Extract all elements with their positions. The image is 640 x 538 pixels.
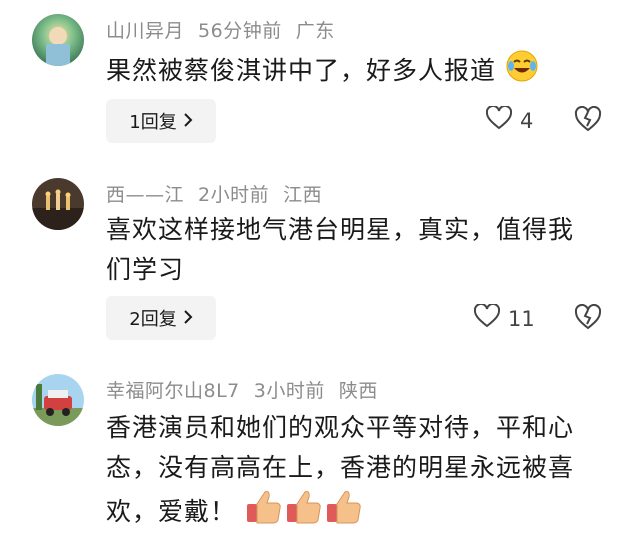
avatar[interactable] <box>32 178 84 230</box>
timestamp: 3小时前 <box>253 380 325 402</box>
username[interactable]: 西——江 <box>106 184 184 206</box>
like-button[interactable]: 11 <box>473 302 535 333</box>
broken-heart-icon <box>574 303 602 334</box>
location: 江西 <box>283 184 323 206</box>
location: 陕西 <box>338 380 378 402</box>
comment-item: 幸福阿尔山8L7 3小时前 陕西 香港演员和她们的观众平等对待，平和心态，没有高高在… <box>0 360 640 537</box>
dislike-button[interactable] <box>574 105 604 136</box>
comment-meta: 山川异月 56分钟前 广东 <box>106 16 349 43</box>
like-count: 4 <box>520 108 534 133</box>
like-count: 11 <box>508 306 535 331</box>
avatar[interactable] <box>32 374 84 426</box>
like-button[interactable]: 4 <box>485 104 534 135</box>
comment-meta: 西——江 2小时前 江西 <box>106 180 336 207</box>
reply-button[interactable]: 1回复 <box>106 99 216 143</box>
reply-button[interactable]: 2回复 <box>106 296 216 340</box>
comment-meta: 幸福阿尔山8L7 3小时前 陕西 <box>106 376 392 403</box>
username[interactable]: 幸福阿尔山8L7 <box>106 380 240 402</box>
thumbs-up-emoji <box>245 488 365 538</box>
chevron-right-icon <box>183 308 193 329</box>
location: 广东 <box>295 20 335 42</box>
username[interactable]: 山川异月 <box>106 20 184 42</box>
avatar[interactable] <box>32 14 84 66</box>
dislike-button[interactable] <box>574 303 604 334</box>
comment-item: 西——江 2小时前 江西 喜欢这样接地气港台明星，真实，值得我们学习 2回复 11 <box>0 170 640 360</box>
chevron-right-icon <box>183 111 193 132</box>
broken-heart-icon <box>574 105 602 136</box>
comment-text: 香港演员和她们的观众平等对待，平和心态，没有高高在上，香港的明星永远被喜欢，爱戴… <box>106 408 596 538</box>
heart-outline-icon <box>473 302 501 333</box>
crying-laughing-emoji <box>505 49 539 95</box>
comment-text: 喜欢这样接地气港台明星，真实，值得我们学习 <box>106 215 575 284</box>
comment-item: 山川异月 56分钟前 广东 果然被蔡俊淇讲中了，好多人报道 1回复 4 <box>0 0 640 170</box>
timestamp: 56分钟前 <box>198 20 282 42</box>
comment-text: 果然被蔡俊淇讲中了，好多人报道 <box>106 49 606 95</box>
heart-outline-icon <box>485 104 513 135</box>
timestamp: 2小时前 <box>198 184 270 206</box>
